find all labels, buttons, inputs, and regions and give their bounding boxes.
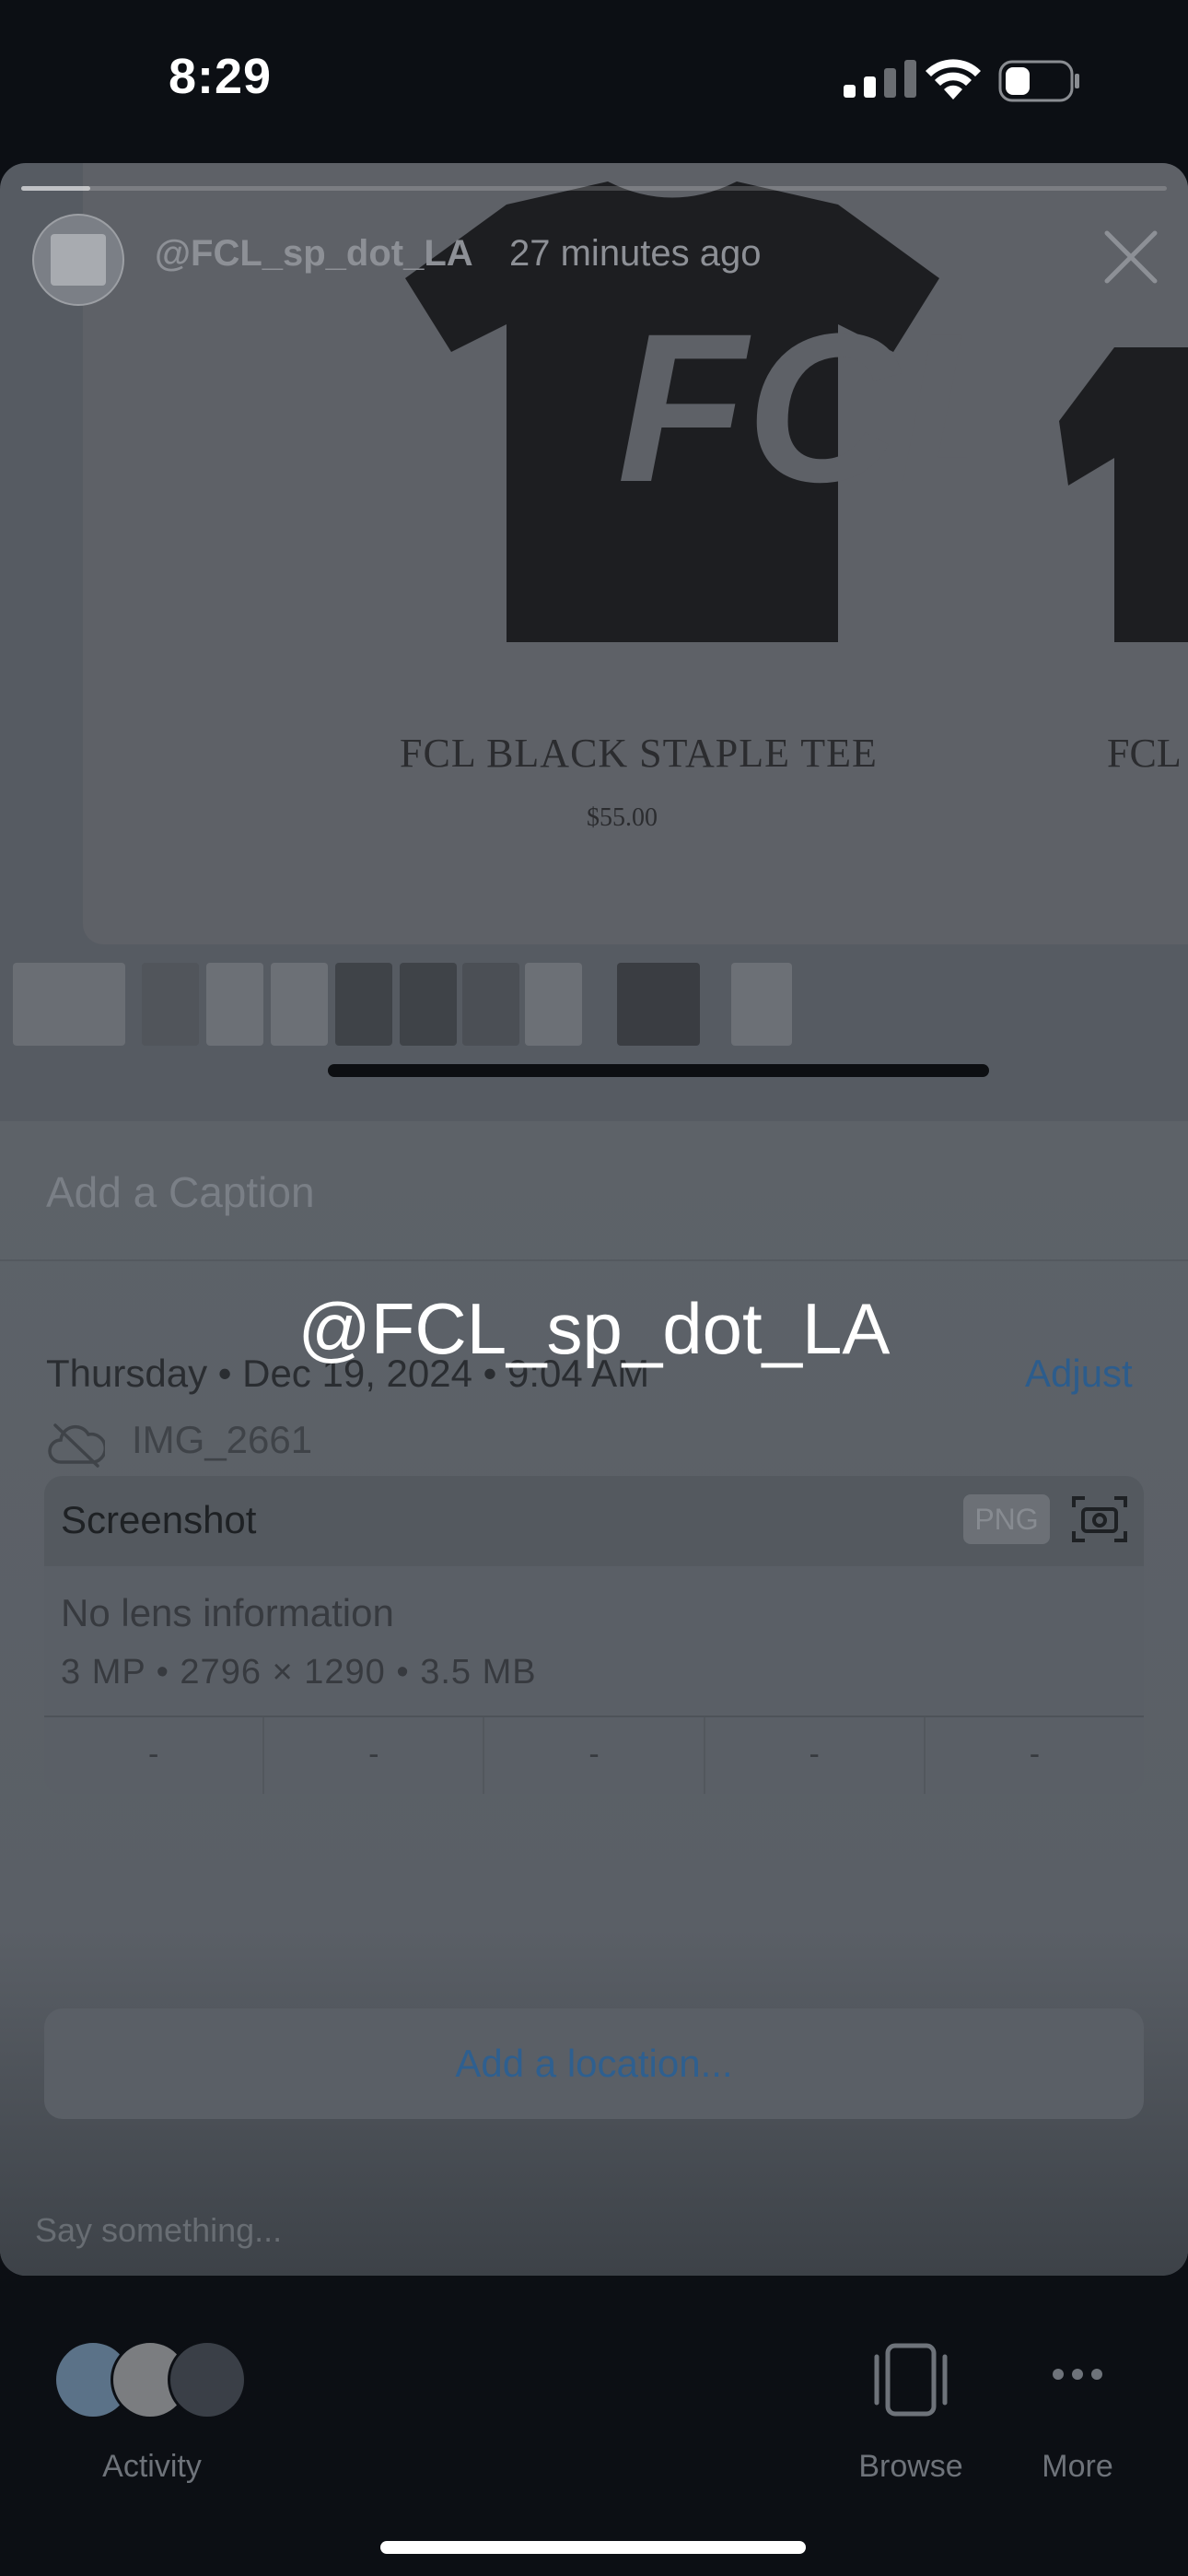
metadata-card: Screenshot PNG No lens information 3 MP …: [44, 1476, 1144, 1794]
thumbnail[interactable]: [731, 963, 792, 1046]
product-name: FCL BLACK STAPLE TEE: [400, 731, 878, 776]
exif-iso: -: [44, 1717, 265, 1794]
add-location-label: Add a location...: [455, 2042, 733, 2085]
thumbnail[interactable]: [335, 963, 392, 1046]
avatar: [168, 2340, 247, 2419]
thumbnail[interactable]: [400, 963, 457, 1046]
thumbnail[interactable]: [206, 963, 263, 1046]
home-indicator[interactable]: [380, 2541, 806, 2554]
story-media[interactable]: FCL FCL BLACK STAPLE TEE $55.00 FCL: [83, 163, 1188, 944]
story-text-overlay: @FCL_sp_dot_LA: [297, 1288, 891, 1369]
status-time: 8:29: [169, 49, 273, 104]
browse-icon[interactable]: [873, 2342, 949, 2418]
more-icon[interactable]: [1052, 2368, 1103, 2381]
story-card[interactable]: FCL FCL BLACK STAPLE TEE $55.00 FCL @FCL…: [0, 163, 1188, 2276]
close-icon[interactable]: [1101, 228, 1160, 287]
image-specs: 3 MP • 2796 × 1290 • 3.5 MB: [61, 1653, 537, 1692]
exif-shutter: -: [1029, 1737, 1041, 1772]
story-progress-bar: [21, 186, 1167, 191]
activity-button[interactable]: [53, 2340, 256, 2419]
thumbnail-selected[interactable]: [617, 963, 700, 1046]
more-label[interactable]: More: [1013, 2449, 1142, 2485]
avatar-thumbnail: [51, 234, 106, 286]
activity-label[interactable]: Activity: [55, 2449, 249, 2485]
exif-row: - - - - -: [44, 1717, 1144, 1794]
poster-username[interactable]: @FCL_sp_dot_LA: [155, 233, 473, 275]
story-progress-fill: [21, 186, 90, 191]
exif-exposure: -: [484, 1717, 705, 1794]
caption-input[interactable]: Add a Caption: [46, 1167, 315, 1217]
post-timestamp: 27 minutes ago: [509, 233, 762, 274]
thumbnail[interactable]: [271, 963, 328, 1046]
reply-input[interactable]: Say something...: [35, 2211, 282, 2250]
battery-icon: [998, 60, 1079, 102]
thumbnail[interactable]: [142, 963, 199, 1046]
add-location-button[interactable]: Add a location...: [44, 2008, 1144, 2119]
cloud-off-icon: [48, 1423, 105, 1468]
format-badge: PNG: [963, 1494, 1050, 1544]
scrubber-bar[interactable]: [328, 1064, 989, 1077]
wifi-icon: [926, 59, 981, 100]
product-price: $55.00: [587, 803, 658, 832]
browse-label[interactable]: Browse: [842, 2449, 980, 2485]
product-name-next: FCL: [1107, 731, 1182, 776]
thumbnail[interactable]: [462, 963, 519, 1046]
metadata-card-header: Screenshot PNG: [44, 1476, 1144, 1566]
lens-info: No lens information: [61, 1591, 394, 1634]
photo-filename: IMG_2661: [132, 1418, 313, 1461]
poster-avatar[interactable]: [32, 214, 124, 306]
exif-focal-length: -: [264, 1717, 485, 1794]
exif-aperture: -: [705, 1717, 926, 1794]
photo-thumbnail-strip[interactable]: [0, 963, 1188, 1064]
capture-type: Screenshot: [61, 1498, 257, 1541]
cellular-signal-icon: [844, 60, 916, 98]
screenshot-camera-icon: [1072, 1496, 1127, 1542]
tshirt-logo: FCL: [617, 289, 967, 526]
divider: [0, 1259, 1188, 1261]
status-bar: 8:29: [0, 0, 1188, 161]
thumbnail[interactable]: [525, 963, 582, 1046]
thumbnail[interactable]: [13, 963, 125, 1046]
tshirt-image-2: [1059, 347, 1188, 642]
bottom-bar: Activity Browse More: [0, 2276, 1188, 2576]
